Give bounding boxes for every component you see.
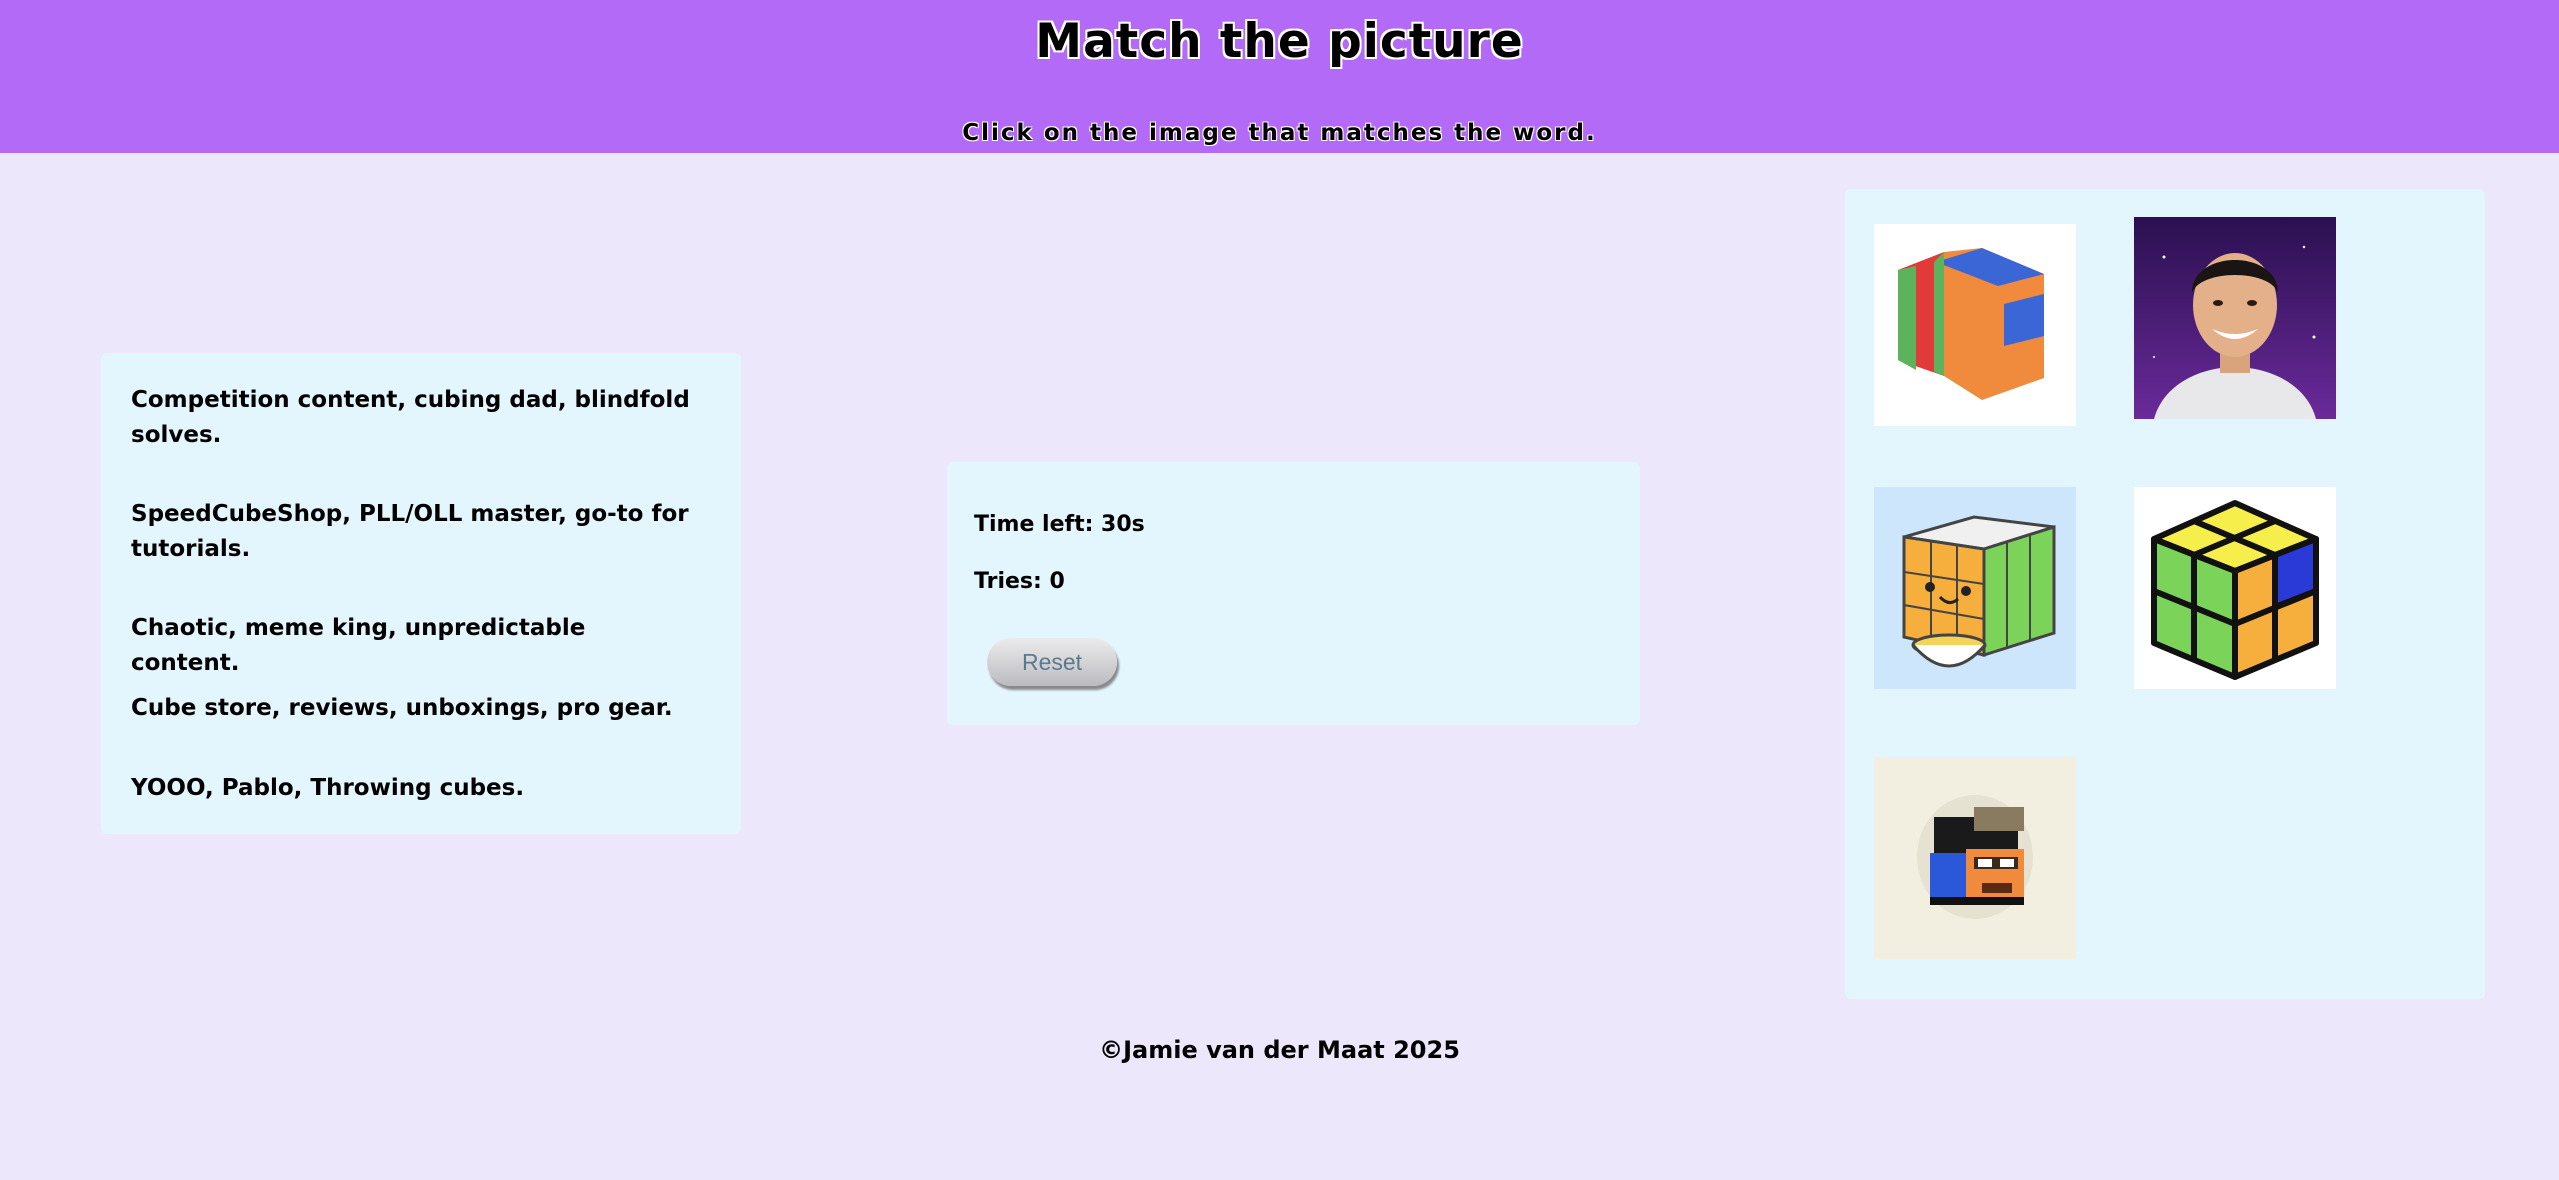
time-left-label: Time left: 30s (974, 512, 1145, 537)
reset-button[interactable]: Reset (987, 638, 1117, 686)
word-item-3[interactable]: Chaotic, meme king, unpredictable conten… (131, 611, 691, 681)
pixel-cap-character-icon (1917, 795, 2033, 919)
image-tile-5[interactable] (1874, 757, 2076, 959)
word-item-5[interactable]: YOOO, Pablo, Throwing cubes. (131, 771, 691, 806)
cartoon-cube-cereal-icon (1902, 515, 2056, 668)
page-title: Match the picture (1035, 14, 1524, 69)
tc-cube-logo-icon (1898, 248, 2044, 400)
word-item-1[interactable]: Competition content, cubing dad, blindfo… (131, 383, 691, 453)
footer-copyright: ©Jamie van der Maat 2025 (1099, 1036, 1460, 1064)
page-subtitle: Click on the image that matches the word… (962, 120, 1597, 146)
image-grid-panel (1845, 189, 2485, 999)
2x2-cube-logo-icon (2151, 500, 2319, 680)
page-header: Match the picture Click on the image tha… (0, 0, 2559, 153)
word-item-2[interactable]: SpeedCubeShop, PLL/OLL master, go-to for… (131, 497, 691, 567)
word-list-panel: Competition content, cubing dad, blindfo… (101, 353, 741, 834)
status-panel: Time left: 30s Tries: 0 Reset (947, 462, 1640, 725)
tries-label: Tries: 0 (974, 569, 1065, 594)
word-item-4[interactable]: Cube store, reviews, unboxings, pro gear… (131, 691, 691, 726)
image-tile-2[interactable] (2134, 217, 2336, 419)
smiling-man-portrait-icon (2153, 245, 2316, 419)
image-tile-1[interactable] (1874, 224, 2076, 426)
image-tile-4[interactable] (2134, 487, 2336, 689)
image-tile-3[interactable] (1874, 487, 2076, 689)
